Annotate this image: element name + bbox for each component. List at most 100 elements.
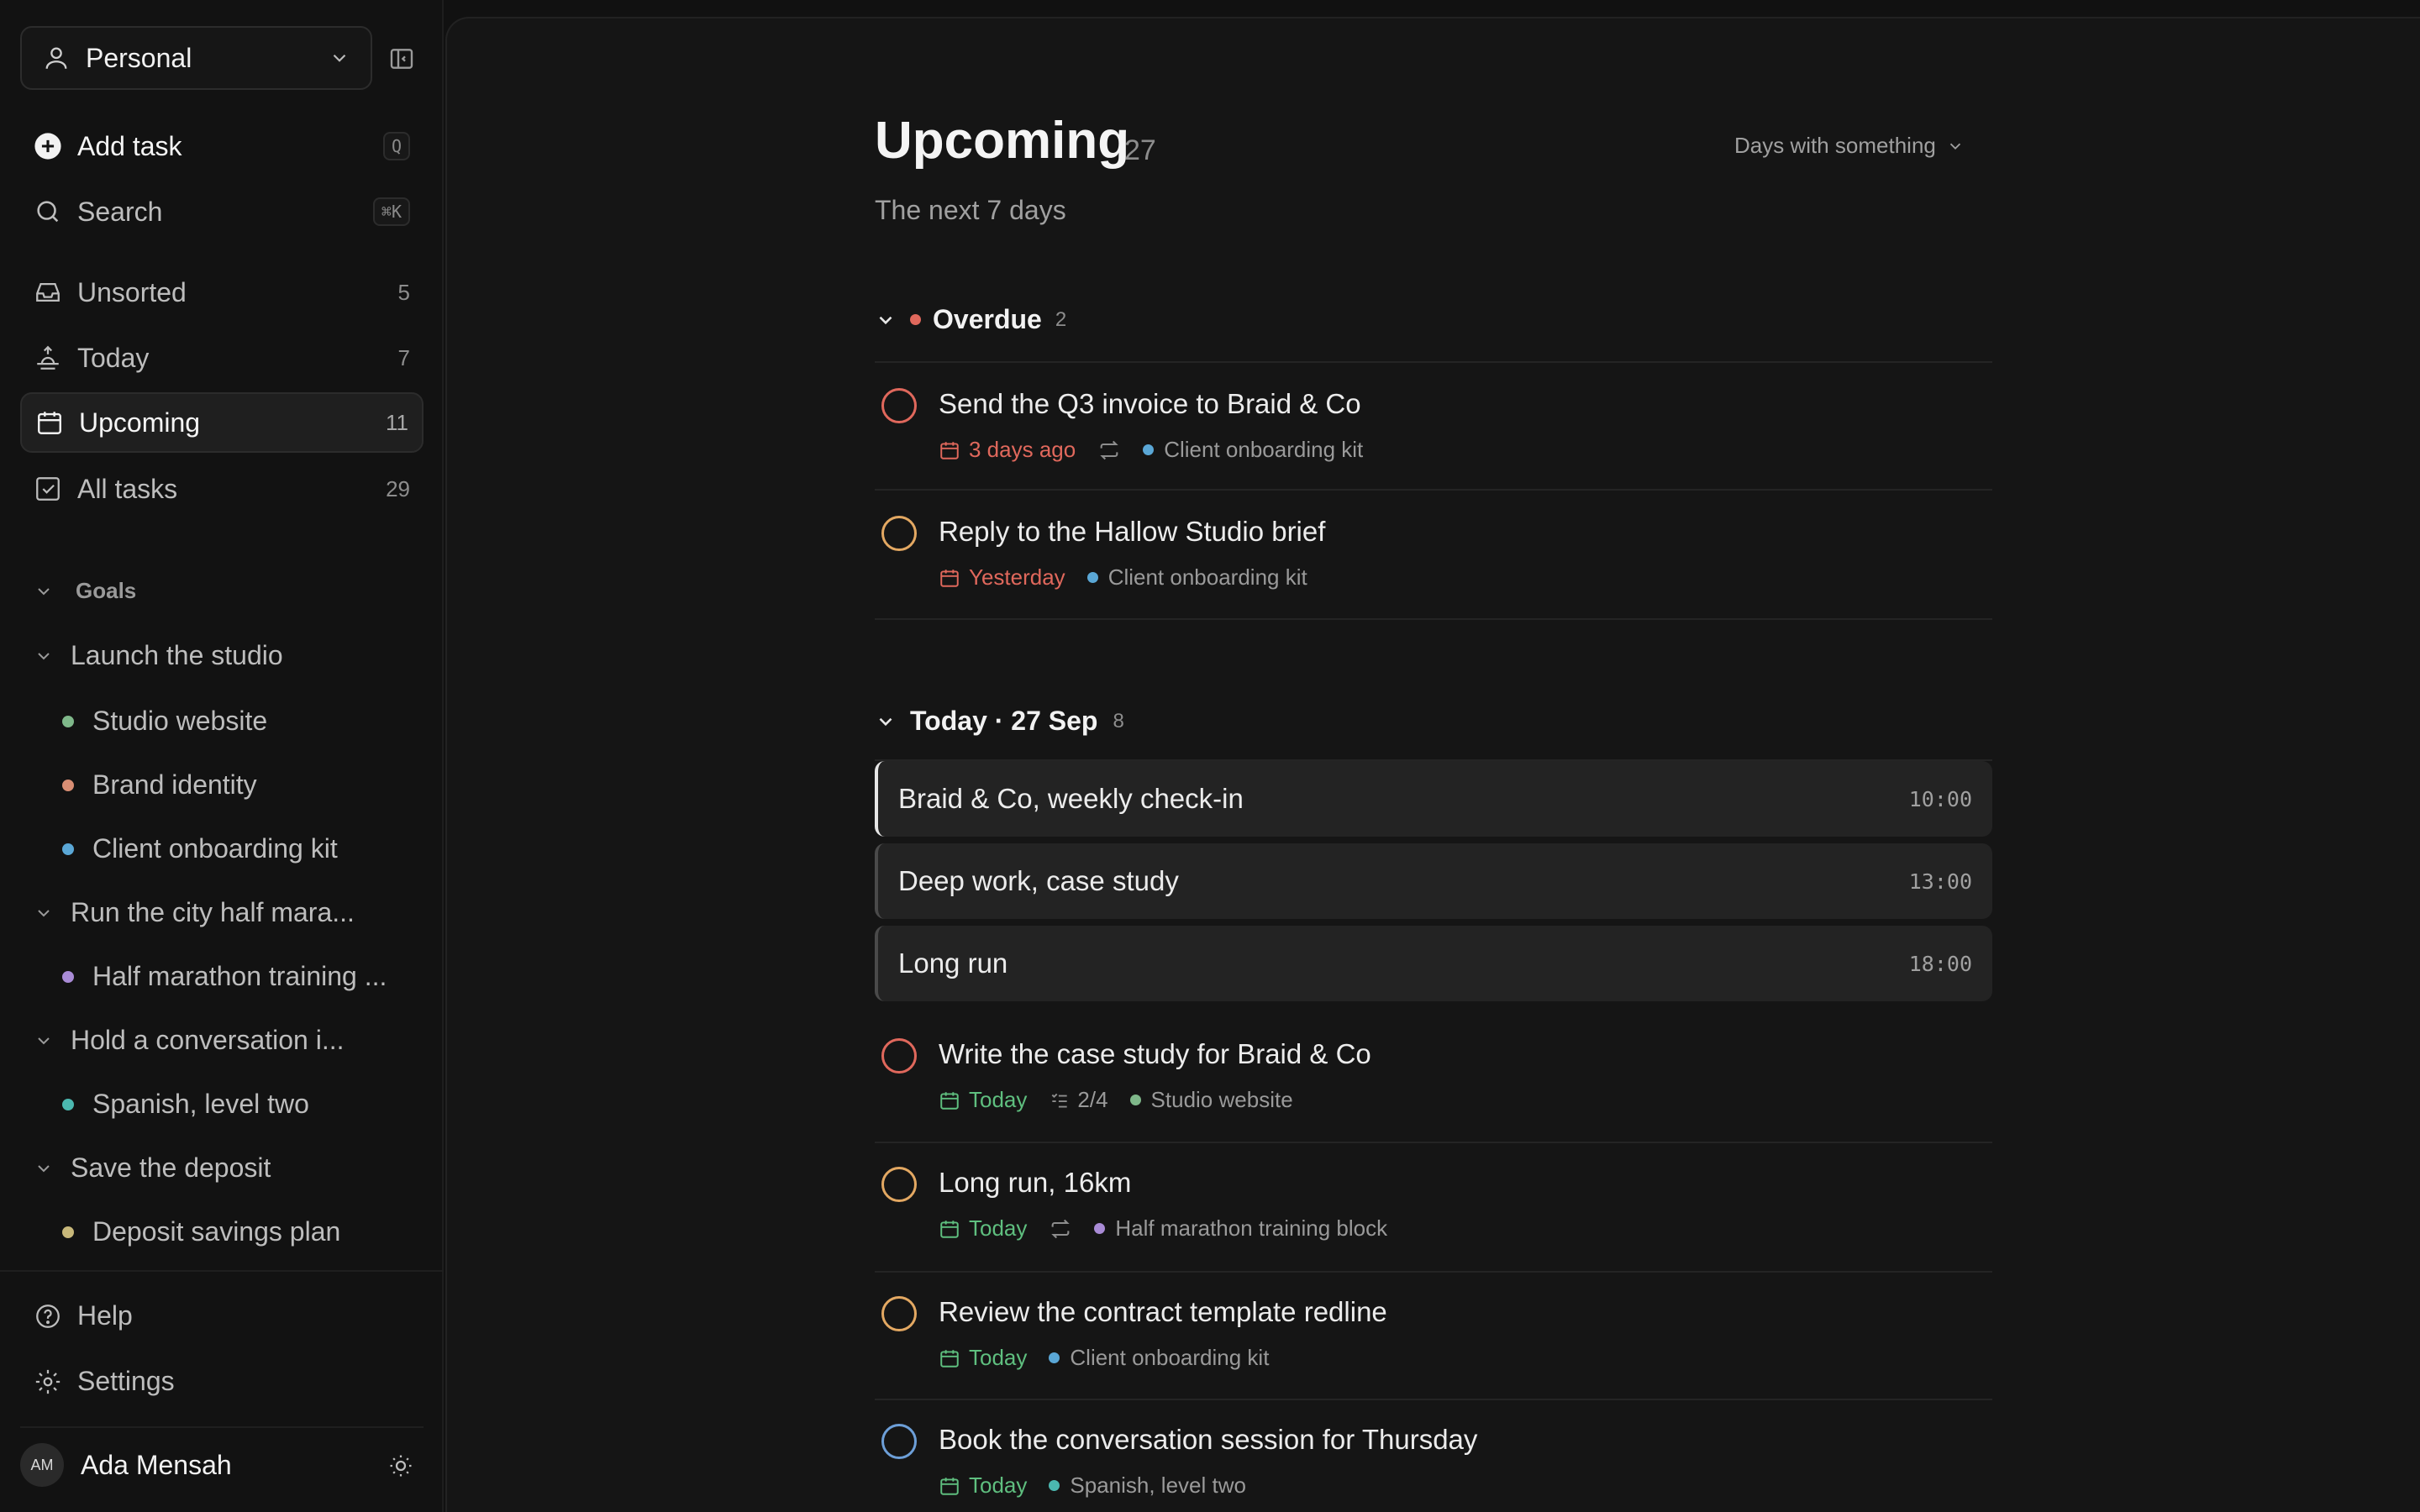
project-dot xyxy=(62,715,74,727)
chevron-down-icon xyxy=(879,316,892,324)
task-title: Long run, 16km xyxy=(939,1167,1132,1198)
project-dot xyxy=(1129,1095,1141,1105)
project-dot xyxy=(62,1226,74,1238)
event-time: 18:00 xyxy=(1908,951,1972,976)
project-dot xyxy=(1143,444,1155,455)
section-title: Overdue xyxy=(933,304,1042,334)
task-row[interactable]: Long run, 16km Today Half marathon train… xyxy=(875,1142,1992,1269)
sunrise-icon xyxy=(37,345,59,370)
goal-label: Save the deposit xyxy=(71,1152,271,1183)
project-item[interactable]: Deposit savings plan xyxy=(62,1216,340,1247)
project-label: Client onboarding kit xyxy=(1164,437,1364,462)
search-label: Search xyxy=(77,196,163,227)
project-item[interactable]: Studio website xyxy=(62,706,267,737)
task-row[interactable]: Send the Q3 invoice to Braid & Co 3 days… xyxy=(875,363,1992,491)
task-checkbox[interactable] xyxy=(881,1424,917,1459)
sidebar-item-upcoming[interactable]: Upcoming 11 xyxy=(20,392,424,453)
overdue-dot xyxy=(910,314,921,325)
goals-heading: Goals xyxy=(76,578,137,603)
project-label: Half marathon training block xyxy=(1115,1215,1388,1241)
search-button[interactable]: Search ⌘K xyxy=(20,181,424,242)
task-due: Yesterday xyxy=(939,564,1065,591)
workspace-label: Personal xyxy=(86,42,192,73)
sidebar: Personal Add task Q Search ⌘K Unsorted 5… xyxy=(0,0,444,1512)
task-checkbox[interactable] xyxy=(881,1296,917,1331)
sun-icon[interactable] xyxy=(388,1453,413,1478)
calendar-event[interactable]: Deep work, case study 13:00 xyxy=(875,843,1992,919)
calendar-icon xyxy=(940,1349,959,1368)
chevron-down-icon xyxy=(38,587,50,595)
calendar-event[interactable]: Braid & Co, weekly check-in 10:00 xyxy=(875,761,1992,837)
page-count: 27 xyxy=(1124,134,1156,166)
task-row[interactable]: Review the contract template redline Tod… xyxy=(875,1271,1992,1399)
event-title: Deep work, case study xyxy=(898,865,1179,896)
project-label: Brand identity xyxy=(92,769,257,800)
chevron-down-icon xyxy=(38,1164,50,1172)
task-row[interactable]: Write the case study for Braid & Co Toda… xyxy=(875,1013,1992,1141)
task-project: Client onboarding kit xyxy=(1143,437,1363,463)
add-task-label: Add task xyxy=(77,130,182,161)
add-task-button[interactable]: Add task Q xyxy=(20,116,424,176)
task-title: Review the contract template redline xyxy=(939,1296,1387,1327)
view-filter-dropdown[interactable]: Days with something xyxy=(1734,133,1965,159)
calendar-icon xyxy=(940,441,959,459)
settings-button[interactable]: Settings xyxy=(34,1366,175,1397)
help-button[interactable]: Help xyxy=(34,1300,133,1331)
page-subtitle: The next 7 days xyxy=(875,195,1066,225)
task-checkbox[interactable] xyxy=(881,516,917,551)
filter-label: Days with something xyxy=(1734,133,1936,158)
event-title: Long run xyxy=(898,948,1008,979)
chevron-down-icon xyxy=(1949,143,1961,150)
task-meta: Today 2/4 Studio website xyxy=(939,1087,1293,1113)
task-checkbox[interactable] xyxy=(881,388,917,423)
project-item[interactable]: Half marathon training ... xyxy=(62,961,387,992)
add-task-shortcut: Q xyxy=(382,132,410,160)
chevron-down-icon xyxy=(38,652,50,659)
event-time: 13:00 xyxy=(1908,869,1972,894)
task-project: Half marathon training block xyxy=(1094,1215,1387,1242)
gear-icon xyxy=(35,1369,60,1394)
task-title: Send the Q3 invoice to Braid & Co xyxy=(939,388,1361,419)
workspace-switcher[interactable]: Personal xyxy=(20,26,372,90)
sidebar-item-all-tasks[interactable]: All tasks 29 xyxy=(20,459,424,519)
task-row[interactable]: Reply to the Hallow Studio brief Yesterd… xyxy=(875,491,1992,618)
task-due: Today xyxy=(939,1345,1027,1371)
project-item[interactable]: Client onboarding kit xyxy=(62,833,338,864)
goal-item[interactable]: Hold a conversation i... xyxy=(34,1025,345,1056)
sidebar-item-count: 7 xyxy=(397,344,410,370)
today-section-toggle[interactable]: Today · 27 Sep 8 xyxy=(875,706,1124,737)
goal-item[interactable]: Run the city half mara... xyxy=(34,897,355,928)
repeat-icon xyxy=(1097,438,1121,462)
task-checkbox[interactable] xyxy=(881,1167,917,1202)
goal-label: Hold a conversation i... xyxy=(71,1025,345,1055)
task-title: Reply to the Hallow Studio brief xyxy=(939,516,1326,547)
project-item[interactable]: Brand identity xyxy=(62,769,257,801)
section-count: 2 xyxy=(1055,307,1067,331)
sidebar-collapse-icon[interactable] xyxy=(388,45,415,72)
calendar-event[interactable]: Long run 18:00 xyxy=(875,926,1992,1001)
task-row[interactable]: Book the conversation session for Thursd… xyxy=(875,1399,1992,1512)
task-checkbox[interactable] xyxy=(881,1038,917,1074)
sidebar-item-unsorted[interactable]: Unsorted 5 xyxy=(20,262,424,323)
goal-label: Run the city half mara... xyxy=(71,897,355,927)
sidebar-item-today[interactable]: Today 7 xyxy=(20,328,424,388)
goal-item[interactable]: Launch the studio xyxy=(34,640,283,671)
event-title: Braid & Co, weekly check-in xyxy=(898,783,1244,814)
goals-section-toggle[interactable]: Goals xyxy=(34,578,136,604)
project-label: Client onboarding kit xyxy=(1107,564,1307,590)
sidebar-item-count: 29 xyxy=(386,475,410,501)
person-icon xyxy=(45,47,67,69)
search-shortcut: ⌘K xyxy=(372,197,410,226)
overdue-section-toggle[interactable]: Overdue 2 xyxy=(875,304,1066,335)
project-label: Client onboarding kit xyxy=(1070,1345,1270,1370)
checkbox-icon xyxy=(36,477,60,501)
project-label: Client onboarding kit xyxy=(92,833,338,864)
user-profile[interactable]: AM Ada Mensah xyxy=(20,1443,232,1487)
goal-item[interactable]: Save the deposit xyxy=(34,1152,271,1184)
project-item[interactable]: Spanish, level two xyxy=(62,1089,309,1120)
event-time: 10:00 xyxy=(1908,786,1972,811)
task-meta: Today Client onboarding kit xyxy=(939,1345,1269,1371)
section-title: Today · 27 Sep xyxy=(910,706,1098,736)
due-label: Today xyxy=(969,1473,1028,1498)
calendar-icon xyxy=(38,412,61,434)
